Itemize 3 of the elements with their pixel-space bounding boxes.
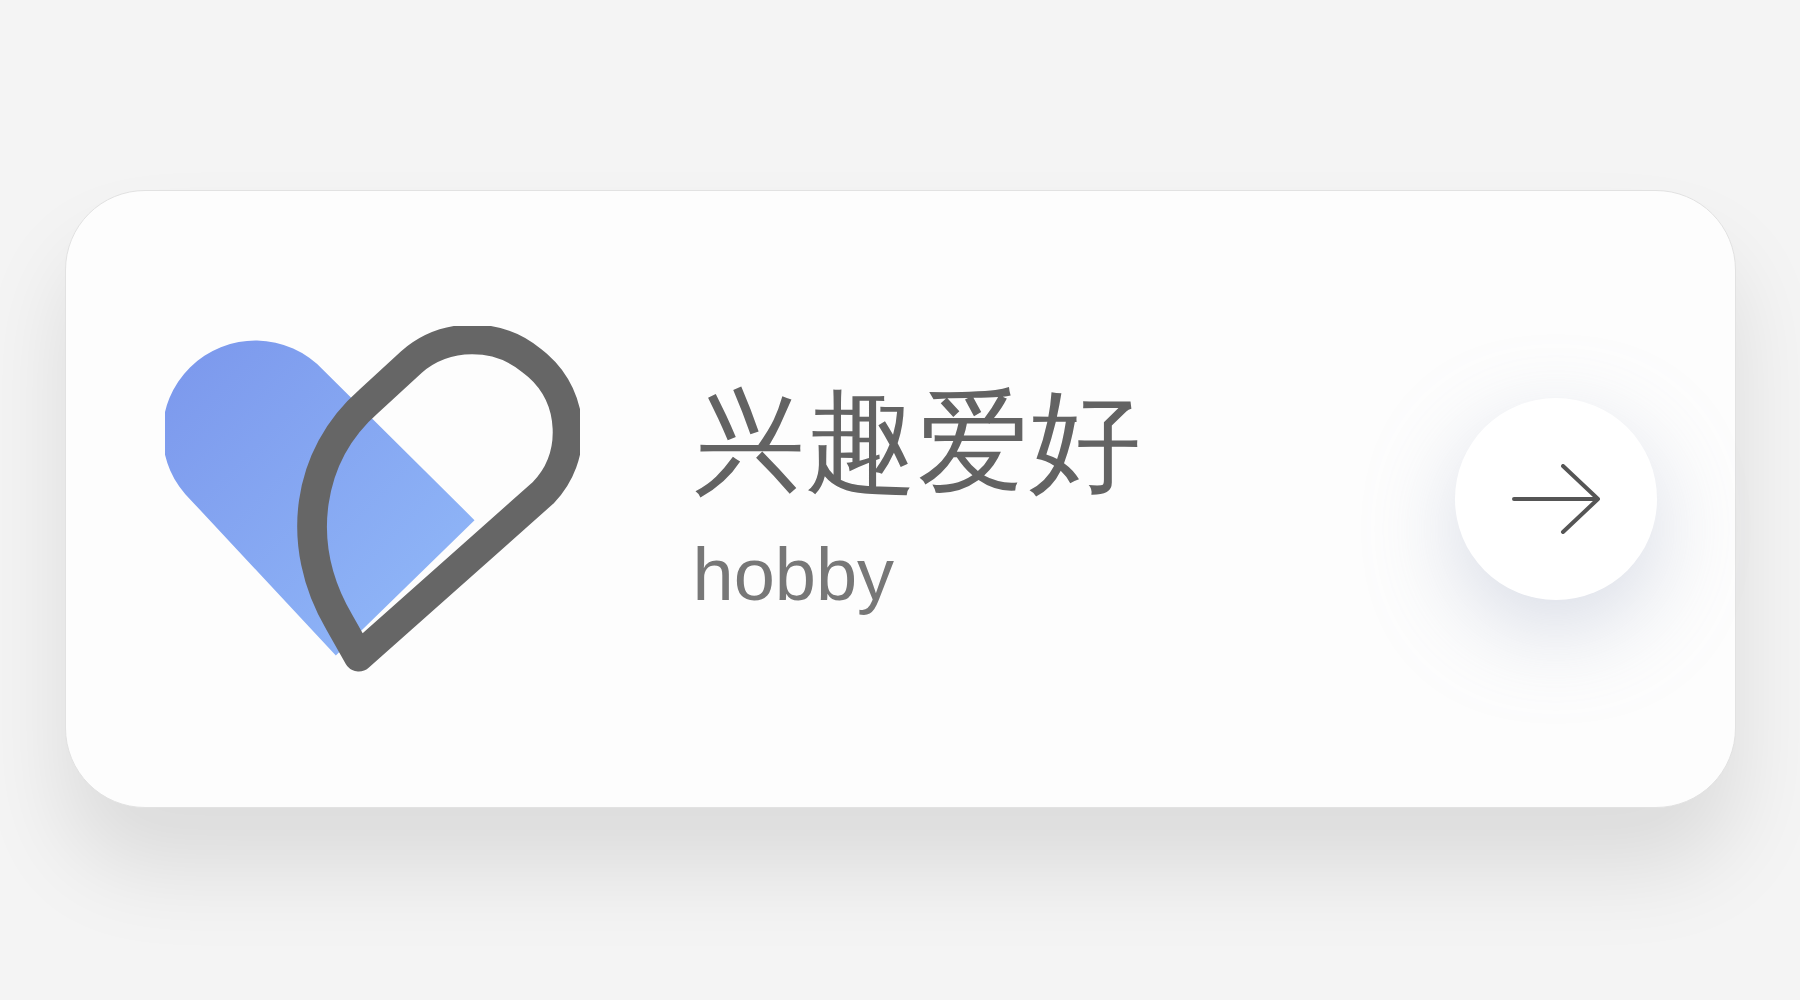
card-title: 兴趣爱好 (692, 386, 1141, 498)
heart-icon (164, 325, 580, 673)
arrow-right-icon (1510, 464, 1601, 534)
